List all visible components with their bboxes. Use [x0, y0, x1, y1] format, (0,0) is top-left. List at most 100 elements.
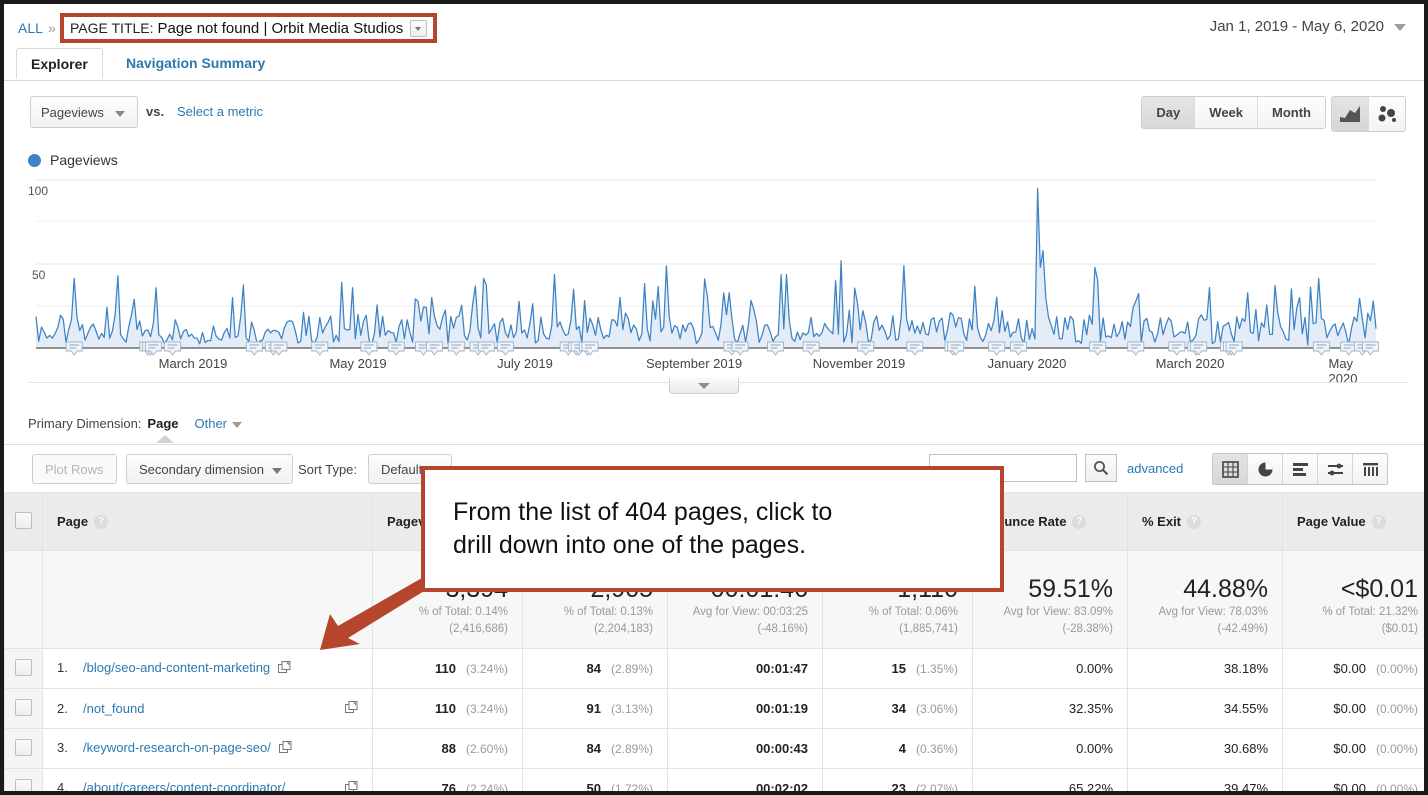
row-avg-time-on-page: 00:01:47 — [667, 648, 823, 689]
search-button[interactable] — [1085, 454, 1117, 482]
column-header-page[interactable]: Page? — [42, 492, 373, 551]
help-icon[interactable]: ? — [94, 515, 109, 530]
breadcrumb-separator: » — [48, 20, 56, 36]
row-page-link[interactable]: /blog/seo-and-content-marketing — [83, 660, 270, 675]
tab-navigation-summary[interactable]: Navigation Summary — [112, 48, 279, 79]
x-axis-tick-labels: March 2019 May 2019 July 2019 September … — [28, 356, 1408, 386]
legend-color-dot — [28, 153, 41, 167]
row-checkbox-cell[interactable] — [4, 688, 43, 729]
help-icon[interactable]: ? — [1072, 515, 1087, 530]
summary-sub1: Avg for View: 00:03:25 — [692, 605, 808, 618]
vs-label: vs. — [146, 104, 165, 119]
row-page-link[interactable]: /not_found — [83, 701, 144, 716]
open-in-new-window-icon[interactable] — [345, 781, 358, 791]
granularity-day[interactable]: Day — [1142, 97, 1196, 128]
breadcrumb-segment-prefix: PAGE TITLE: — [70, 20, 154, 36]
primary-dimension-value[interactable]: Page — [147, 416, 178, 431]
date-range-selector[interactable]: Jan 1, 2019 - May 6, 2020 — [1210, 18, 1406, 35]
help-icon[interactable]: ? — [1371, 515, 1386, 530]
row-checkbox[interactable] — [15, 698, 32, 716]
open-in-new-window-icon[interactable] — [278, 740, 292, 757]
column-label-page-value: Page Value — [1297, 513, 1366, 529]
row-checkbox-cell[interactable] — [4, 768, 43, 791]
plot-rows-button[interactable]: Plot Rows — [32, 454, 117, 484]
primary-dimension-other-link[interactable]: Other — [195, 416, 243, 431]
row-index: 2. — [57, 701, 68, 716]
row-checkbox[interactable] — [15, 658, 32, 676]
advanced-search-link[interactable]: advanced — [1127, 461, 1183, 476]
callout-annotation: From the list of 404 pages, click to dri… — [421, 466, 1004, 592]
pie-glyph — [1258, 462, 1272, 476]
row-pageviews: 76 (2.24%) — [372, 768, 523, 791]
column-header-pct-exit[interactable]: % Exit? — [1127, 492, 1283, 551]
open-in-new-window-icon[interactable] — [278, 660, 291, 677]
open-in-new-window-icon[interactable] — [345, 701, 358, 717]
row-page-cell[interactable]: 3. /keyword-research-on-page-seo/ — [42, 728, 373, 769]
line-chart-glyph — [1340, 106, 1360, 122]
line-chart-icon[interactable] — [1332, 97, 1369, 131]
help-icon[interactable]: ? — [1187, 515, 1202, 530]
metric-dropdown-label: Pageviews — [41, 105, 104, 120]
summary-value: 44.88% — [1183, 574, 1268, 603]
chevron-down-icon[interactable] — [410, 19, 428, 37]
summary-pct-exit: 44.88% Avg for View: 78.03% (-42.49%) — [1127, 550, 1283, 649]
summary-sub2: (1,885,741) — [899, 623, 958, 636]
row-page-link[interactable]: /keyword-research-on-page-seo/ — [83, 740, 271, 755]
pie-view-icon[interactable] — [1248, 454, 1283, 484]
pivot-view-icon[interactable] — [1353, 454, 1387, 484]
pageviews-timeseries-chart[interactable]: 100 50 March 2019 May 2019 July 2019 Sep… — [28, 176, 1408, 386]
row-pct-exit: 34.55% — [1127, 688, 1283, 729]
row-index: 3. — [57, 740, 68, 756]
summary-sub1: % of Total: 0.13% — [563, 605, 653, 618]
select-all-checkbox[interactable] — [15, 511, 32, 529]
row-page-link[interactable]: /about/careers/content-coordinator/ — [83, 780, 341, 791]
row-page-cell[interactable]: 1. /blog/seo-and-content-marketing — [42, 648, 373, 689]
bars-glyph — [1292, 462, 1308, 476]
row-page-cell[interactable]: 4. /about/careers/content-coordinator/ — [42, 768, 373, 791]
breadcrumb-all-link[interactable]: ALL — [18, 20, 43, 36]
x-tick-march-2020: March 2020 — [1155, 356, 1225, 371]
table-view-toggle-group — [1212, 453, 1388, 485]
metric-dropdown[interactable]: Pageviews — [30, 96, 138, 128]
table-row[interactable]: 1. /blog/seo-and-content-marketing 110 (3.… — [4, 648, 1424, 689]
row-entrances: 4 (0.36%) — [822, 728, 973, 769]
summary-sub1: Avg for View: 78.03% — [1158, 605, 1268, 618]
secondary-dimension-button[interactable]: Secondary dimension — [126, 454, 294, 484]
chevron-down-icon — [1394, 23, 1406, 31]
callout-line-2: drill down into one of the pages. — [453, 531, 807, 559]
tab-explorer[interactable]: Explorer — [16, 48, 103, 79]
summary-sub1: % of Total: 21.32% — [1322, 605, 1418, 618]
row-entrances: 34 (3.06%) — [822, 688, 973, 729]
granularity-week[interactable]: Week — [1195, 97, 1259, 128]
table-row[interactable]: 4. /about/careers/content-coordinator/ 76… — [4, 768, 1424, 791]
breadcrumb-bar: ALL » PAGE TITLE: Page not found | Orbit… — [4, 4, 1424, 52]
comparison-glyph — [1327, 463, 1343, 475]
row-checkbox-cell[interactable] — [4, 648, 43, 689]
column-label-page: Page — [57, 513, 89, 529]
row-index: 1. — [57, 660, 68, 676]
select-metric-link[interactable]: Select a metric — [177, 104, 263, 119]
table-view-icon[interactable] — [1213, 454, 1248, 484]
chart-collapse-handle[interactable] — [669, 378, 739, 394]
table-row[interactable]: 2. /not_found 110 (3.24%) 91 (3.13%) 00:01:… — [4, 688, 1424, 729]
table-row[interactable]: 3. /keyword-research-on-page-seo/ 88 (2.60… — [4, 728, 1424, 769]
row-checkbox[interactable] — [15, 778, 32, 791]
chevron-down-icon — [232, 422, 243, 428]
date-range-label: Jan 1, 2019 - May 6, 2020 — [1209, 18, 1384, 35]
row-checkbox-cell[interactable] — [4, 728, 43, 769]
chart-legend: Pageviews — [28, 152, 118, 168]
bar-view-icon[interactable] — [1283, 454, 1318, 484]
row-bounce-rate: 65.22% — [972, 768, 1128, 791]
column-header-page-value[interactable]: Page Value? — [1282, 492, 1424, 551]
comparison-view-icon[interactable] — [1318, 454, 1353, 484]
row-checkbox[interactable] — [15, 738, 32, 756]
row-page-cell[interactable]: 2. /not_found — [42, 688, 373, 729]
x-tick-september-2019: September 2019 — [645, 356, 743, 371]
granularity-month[interactable]: Month — [1258, 97, 1325, 128]
scatter-chart-icon[interactable] — [1369, 97, 1405, 131]
breadcrumb-segment-highlight[interactable]: PAGE TITLE: Page not found | Orbit Media… — [60, 13, 438, 43]
callout-line-1: From the list of 404 pages, click to — [453, 498, 833, 526]
select-all-header[interactable] — [4, 492, 43, 551]
row-unique-pageviews: 84 (2.89%) — [522, 728, 668, 769]
row-page-value: $0.00 (0.00%) — [1282, 688, 1424, 729]
